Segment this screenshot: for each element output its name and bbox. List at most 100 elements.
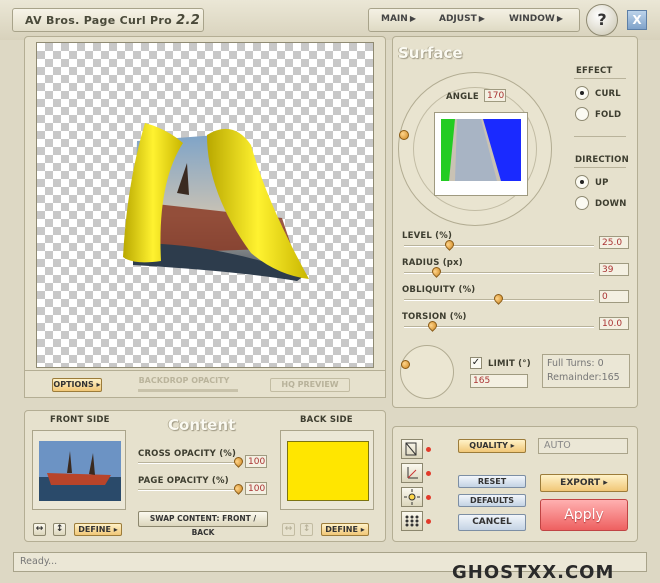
- cross-opacity-slider[interactable]: [138, 462, 242, 464]
- back-side-label: BACK SIDE: [300, 415, 353, 425]
- effect-curl-radio[interactable]: [575, 86, 589, 100]
- direction-up-label: UP: [595, 178, 609, 188]
- angle-preview-image: [441, 119, 521, 181]
- angle-field[interactable]: 170: [484, 89, 506, 102]
- level-label: LEVEL (%): [402, 231, 453, 241]
- back-side-frame: [280, 430, 374, 510]
- surface-title: Surface: [398, 44, 463, 62]
- level-slider[interactable]: [404, 245, 594, 247]
- menu-adjust-label: ADJUST: [439, 14, 477, 24]
- front-side-thumbnail[interactable]: [39, 441, 121, 501]
- close-button[interactable]: X: [627, 10, 647, 30]
- define-front-label: DEFINE: [78, 525, 111, 534]
- effect-fold-label: FOLD: [595, 110, 622, 120]
- quality-button: QUALITY ▸: [458, 439, 526, 453]
- limit-dial-handle[interactable]: [401, 360, 410, 369]
- flip-horizontal-back-icon[interactable]: ↔: [282, 523, 295, 536]
- menu-arrow-icon: ▶: [409, 14, 416, 23]
- cancel-button[interactable]: CANCEL: [458, 514, 526, 531]
- effect-curl-label: CURL: [595, 89, 621, 99]
- tool-page-indicator: [426, 447, 431, 452]
- define-back-button: DEFINE ▸: [321, 523, 369, 536]
- quality-value: AUTO: [538, 438, 628, 454]
- divider: [574, 136, 626, 137]
- tool-grid-indicator: [426, 519, 431, 524]
- export-button: EXPORT ▸: [540, 474, 628, 492]
- angle-dial-handle[interactable]: [399, 130, 409, 140]
- cross-opacity-label: CROSS OPACITY (%): [138, 449, 237, 459]
- effect-label: EFFECT: [576, 66, 613, 76]
- axes-icon: [407, 467, 418, 479]
- define-front-button: DEFINE ▸: [74, 523, 122, 536]
- limit-field[interactable]: 165: [470, 374, 528, 388]
- help-button[interactable]: ?: [586, 4, 618, 36]
- full-turns-row: Full Turns: 0: [547, 357, 625, 371]
- menu-bar: MAIN ▶ ADJUST ▶ WINDOW ▶: [368, 8, 580, 32]
- backdrop-opacity-slider[interactable]: [138, 389, 238, 392]
- limit-label: LIMIT (°): [488, 359, 531, 369]
- torsion-field[interactable]: 10.0: [599, 317, 629, 330]
- obliquity-field[interactable]: 0: [599, 290, 629, 303]
- remainder-value: 165: [601, 372, 620, 383]
- menu-main[interactable]: MAIN ▶: [381, 14, 416, 24]
- define-back-label: DEFINE: [325, 525, 358, 534]
- page-icon: [405, 442, 417, 456]
- preview-canvas[interactable]: [36, 42, 374, 368]
- tool-page-icon[interactable]: [401, 439, 423, 459]
- options-label: OPTIONS: [53, 380, 94, 389]
- tool-light-indicator: [426, 495, 431, 500]
- tool-axes-indicator: [426, 471, 431, 476]
- direction-down-label: DOWN: [595, 199, 627, 209]
- swap-content-button[interactable]: SWAP CONTENT: FRONT / BACK: [138, 511, 268, 537]
- menu-main-label: MAIN: [381, 14, 408, 24]
- radius-label: RADIUS (px): [402, 258, 463, 268]
- tool-axes-icon[interactable]: [401, 463, 423, 483]
- tool-light-icon[interactable]: [401, 487, 423, 507]
- level-field[interactable]: 25.0: [599, 236, 629, 249]
- divider: [574, 167, 626, 168]
- turns-readout: Full Turns: 0 Remainder:165: [542, 354, 630, 388]
- tool-grid-icon[interactable]: [401, 511, 423, 531]
- menu-window[interactable]: WINDOW ▶: [509, 14, 563, 24]
- menu-adjust[interactable]: ADJUST ▶: [439, 14, 485, 24]
- page-opacity-slider[interactable]: [138, 489, 242, 491]
- angle-label: ANGLE: [446, 92, 479, 102]
- app-version: 2.2: [176, 13, 201, 28]
- app-title-text: AV Bros. Page Curl Pro: [25, 14, 172, 27]
- front-side-label: FRONT SIDE: [50, 415, 110, 425]
- apply-button[interactable]: Apply: [540, 499, 628, 531]
- direction-up-radio[interactable]: [575, 175, 589, 189]
- content-title: Content: [168, 416, 236, 434]
- app-title: AV Bros. Page Curl Pro 2.2: [12, 8, 204, 32]
- angle-preview-thumb: [434, 112, 528, 196]
- remainder-row: Remainder:165: [547, 371, 625, 385]
- menu-window-label: WINDOW: [509, 14, 555, 24]
- hq-preview-button[interactable]: HQ PREVIEW: [270, 378, 350, 392]
- direction-label: DIRECTION: [575, 155, 629, 165]
- full-turns-value: 0: [597, 358, 604, 369]
- back-side-swatch[interactable]: [287, 441, 369, 501]
- cross-opacity-field[interactable]: 100: [245, 455, 267, 468]
- effect-fold-radio[interactable]: [575, 107, 589, 121]
- sun-icon: [404, 489, 420, 505]
- page-opacity-label: PAGE OPACITY (%): [138, 476, 229, 486]
- backdrop-opacity-label: BACKDROP OPACITY: [138, 376, 230, 385]
- options-button[interactable]: OPTIONS ▸: [52, 378, 102, 392]
- export-label: EXPORT: [560, 478, 601, 488]
- front-side-frame: [32, 430, 126, 510]
- limit-dial[interactable]: [400, 345, 454, 399]
- direction-down-radio[interactable]: [575, 196, 589, 210]
- full-turns-label: Full Turns:: [547, 358, 595, 369]
- page-opacity-field[interactable]: 100: [245, 482, 267, 495]
- curl-preview-image: [123, 123, 309, 281]
- limit-checkbox[interactable]: ✓: [470, 357, 482, 369]
- menu-arrow-icon: ▶: [478, 14, 485, 23]
- flip-horizontal-front-icon[interactable]: ↔: [33, 523, 46, 536]
- flip-vertical-back-icon[interactable]: ↕: [300, 523, 313, 536]
- divider: [574, 78, 626, 79]
- defaults-button[interactable]: DEFAULTS: [458, 494, 526, 507]
- radius-field[interactable]: 39: [599, 263, 629, 276]
- reset-button[interactable]: RESET: [458, 475, 526, 488]
- menu-arrow-icon: ▶: [556, 14, 564, 23]
- flip-vertical-front-icon[interactable]: ↕: [53, 523, 66, 536]
